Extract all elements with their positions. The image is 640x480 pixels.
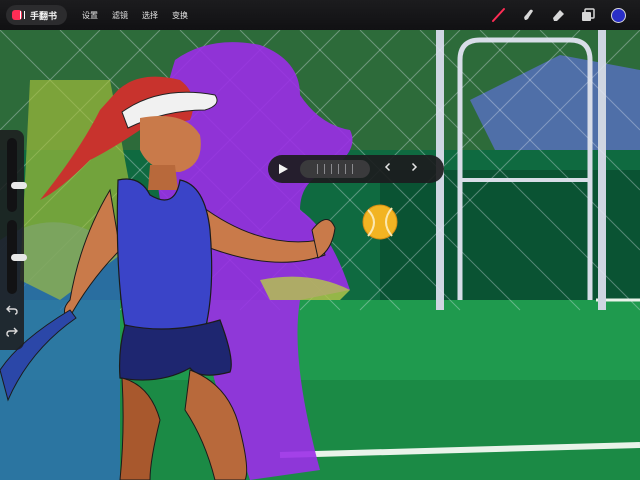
brush-size-knob[interactable] bbox=[11, 182, 27, 189]
frame-tick bbox=[338, 164, 339, 174]
menu-settings[interactable]: 设置 bbox=[75, 10, 105, 21]
frame-tick bbox=[324, 164, 325, 174]
brush-size-slider[interactable] bbox=[7, 138, 27, 212]
previous-frame-button[interactable] bbox=[378, 161, 398, 177]
chevron-right-icon bbox=[411, 162, 418, 172]
fence-post-2 bbox=[598, 30, 606, 310]
eraser-tool-button[interactable] bbox=[550, 7, 566, 23]
top-toolbar: 手翻书 设置 滤镜 选择 变换 bbox=[0, 0, 640, 30]
drawing-canvas[interactable] bbox=[0, 0, 640, 480]
current-color-swatch bbox=[610, 7, 626, 23]
undo-icon bbox=[6, 305, 18, 315]
layers-tool-button[interactable] bbox=[580, 7, 596, 23]
player-neck bbox=[148, 165, 178, 190]
player-shirt bbox=[116, 178, 213, 336]
redo-button[interactable] bbox=[4, 326, 20, 340]
app-logo-icon bbox=[12, 10, 26, 20]
app-menu-button[interactable]: 手翻书 bbox=[6, 5, 68, 25]
next-frame-button[interactable] bbox=[404, 161, 424, 177]
play-button[interactable] bbox=[276, 162, 290, 176]
eraser-icon bbox=[553, 10, 564, 21]
menu-select[interactable]: 选择 bbox=[135, 10, 165, 21]
menu-bar: 设置 滤镜 选择 变换 bbox=[75, 10, 195, 21]
frame-tick bbox=[345, 164, 346, 174]
frame-tick bbox=[331, 164, 332, 174]
frame-tick bbox=[352, 164, 353, 174]
undo-button[interactable] bbox=[4, 304, 20, 318]
frame-scrubber[interactable] bbox=[300, 160, 370, 178]
app-name: 手翻书 bbox=[30, 11, 58, 22]
menu-filters[interactable]: 滤镜 bbox=[105, 10, 135, 21]
brush-tool-button[interactable] bbox=[490, 7, 506, 23]
smudge-icon bbox=[524, 9, 533, 20]
chevron-left-icon bbox=[384, 162, 391, 172]
frame-tick bbox=[317, 164, 318, 174]
brush-icon bbox=[492, 8, 505, 22]
playback-controls bbox=[268, 155, 444, 183]
brush-opacity-knob[interactable] bbox=[11, 254, 27, 261]
smudge-tool-button[interactable] bbox=[520, 7, 536, 23]
redo-icon bbox=[6, 327, 18, 337]
layers-icon bbox=[582, 8, 595, 21]
canvas-stage[interactable]: 手翻书 设置 滤镜 选择 变换 bbox=[0, 0, 640, 480]
player-shorts bbox=[118, 319, 232, 381]
menu-transform[interactable]: 变换 bbox=[165, 10, 195, 21]
left-sidebar bbox=[0, 130, 27, 350]
tool-group bbox=[490, 0, 626, 30]
color-picker-button[interactable] bbox=[610, 7, 626, 23]
brush-opacity-slider[interactable] bbox=[7, 220, 27, 294]
play-icon bbox=[279, 164, 288, 174]
